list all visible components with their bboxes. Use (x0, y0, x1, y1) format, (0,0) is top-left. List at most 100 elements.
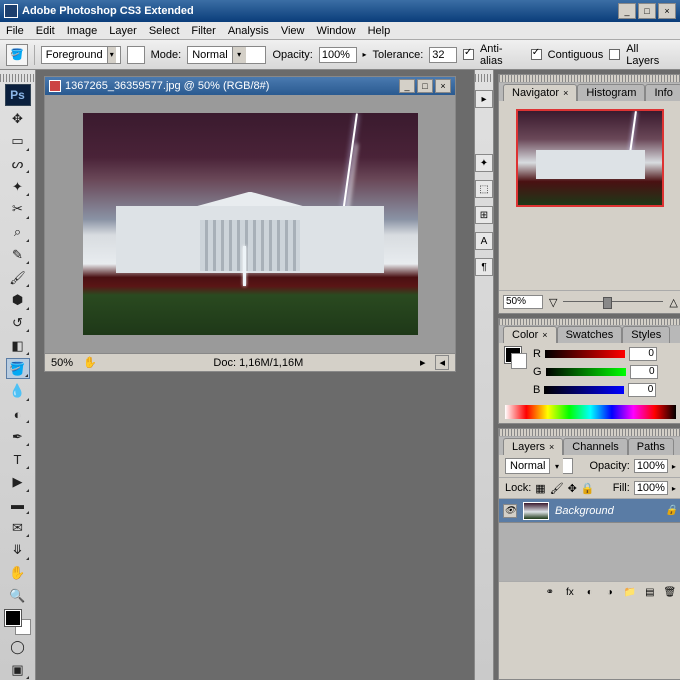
zoom-tool[interactable]: 🔍 (6, 585, 30, 606)
menu-image[interactable]: Image (67, 25, 98, 37)
pattern-swatch[interactable] (127, 46, 145, 64)
clone-source-icon[interactable]: ⬚ (475, 180, 493, 198)
lock-position-icon[interactable]: ✥ (568, 482, 577, 495)
color-swatches[interactable] (5, 610, 31, 634)
paint-bucket-tool[interactable]: 🪣 (6, 358, 30, 379)
menu-analysis[interactable]: Analysis (228, 25, 269, 37)
layer-fill-input[interactable]: 100% (634, 481, 668, 495)
blur-tool[interactable]: 💧 (6, 381, 30, 402)
mode-dropdown[interactable]: Normal ▾ (187, 46, 266, 64)
navigator-thumbnail[interactable] (516, 109, 664, 207)
grip-icon[interactable] (475, 74, 493, 82)
alllayers-checkbox[interactable] (609, 49, 620, 60)
brushes-icon[interactable]: ✦ (475, 154, 493, 172)
zoom-in-icon[interactable]: △ (669, 296, 677, 309)
tab-color[interactable]: Color× (503, 326, 557, 343)
type-tool[interactable]: T (6, 449, 30, 470)
menu-view[interactable]: View (281, 25, 305, 37)
opacity-input[interactable]: 100% (319, 47, 357, 63)
contiguous-checkbox[interactable] (531, 49, 542, 60)
slice-tool[interactable]: ⌕ (6, 222, 30, 243)
r-input[interactable]: 0 (629, 347, 657, 361)
antialias-checkbox[interactable] (463, 49, 474, 60)
tab-channels[interactable]: Channels (563, 438, 627, 455)
doc-maximize-button[interactable]: □ (417, 79, 433, 93)
paragraph-icon[interactable]: ¶ (475, 258, 493, 276)
new-layer-icon[interactable]: ▤ (642, 585, 658, 599)
panel-grip[interactable] (499, 319, 680, 326)
layer-thumbnail[interactable] (523, 502, 549, 520)
b-input[interactable]: 0 (628, 383, 656, 397)
tab-styles[interactable]: Styles (622, 326, 670, 343)
lock-transparency-icon[interactable]: ▦ (535, 482, 545, 495)
maximize-button[interactable]: □ (638, 3, 656, 19)
menu-edit[interactable]: Edit (36, 25, 55, 37)
status-flyout-icon[interactable]: ▸ (420, 356, 426, 369)
nav-zoom-slider[interactable] (563, 297, 663, 307)
layer-row[interactable]: 👁 Background 🔒 (499, 499, 680, 523)
magic-wand-tool[interactable]: ✦ (6, 176, 30, 197)
dodge-tool[interactable]: ◐ (6, 404, 30, 425)
path-selection-tool[interactable]: ▶ (6, 472, 30, 493)
panel-grip[interactable] (499, 75, 680, 83)
lock-all-icon[interactable]: 🔒 (581, 482, 595, 495)
marquee-tool[interactable]: ▭ (6, 131, 30, 152)
link-layers-icon[interactable]: ⚭ (542, 585, 558, 599)
nav-zoom-input[interactable]: 50% (503, 295, 543, 309)
tab-layers[interactable]: Layers× (503, 438, 563, 455)
brush-tool[interactable]: 🖌 (6, 267, 30, 288)
close-button[interactable]: × (658, 3, 676, 19)
pen-tool[interactable]: ✒ (6, 426, 30, 447)
layer-style-icon[interactable]: fx (562, 585, 578, 599)
canvas[interactable] (45, 95, 455, 353)
grip-icon[interactable] (0, 74, 35, 82)
zoom-out-icon[interactable]: ▽ (549, 296, 557, 309)
doc-minimize-button[interactable]: _ (399, 79, 415, 93)
adjustment-layer-icon[interactable]: ◑ (602, 585, 618, 599)
tolerance-input[interactable]: 32 (429, 47, 457, 63)
color-preview[interactable] (505, 347, 527, 369)
g-slider[interactable] (546, 368, 626, 376)
notes-tool[interactable]: ✉ (6, 517, 30, 538)
scroll-left-icon[interactable]: ◂ (435, 355, 449, 370)
tab-paths[interactable]: Paths (628, 438, 674, 455)
menu-layer[interactable]: Layer (109, 25, 137, 37)
menu-window[interactable]: Window (316, 25, 355, 37)
layer-mask-icon[interactable]: ◐ (582, 585, 598, 599)
menu-file[interactable]: File (6, 25, 24, 37)
panel-grip[interactable] (499, 429, 680, 437)
group-icon[interactable]: 📁 (622, 585, 638, 599)
menu-filter[interactable]: Filter (191, 25, 215, 37)
history-icon[interactable]: ▸ (475, 90, 493, 108)
menu-help[interactable]: Help (368, 25, 391, 37)
chevron-right-icon[interactable]: ▸ (672, 462, 676, 471)
lasso-tool[interactable]: ᔕ (6, 154, 30, 175)
spectrum-picker[interactable] (505, 405, 676, 419)
stamp-tool[interactable]: ⬢ (6, 290, 30, 311)
foreground-color[interactable] (5, 610, 21, 626)
paint-bucket-icon[interactable]: 🪣 (6, 44, 28, 66)
eyedropper-tool[interactable]: ⤋ (6, 540, 30, 561)
r-slider[interactable] (545, 350, 625, 358)
status-hand-icon[interactable]: ✋ (83, 356, 97, 369)
eraser-tool[interactable]: ◧ (6, 335, 30, 356)
delete-layer-icon[interactable]: 🗑 (662, 585, 678, 599)
hand-tool[interactable]: ✋ (6, 563, 30, 584)
tool-presets-icon[interactable]: ⊞ (475, 206, 493, 224)
tab-histogram[interactable]: Histogram (577, 84, 645, 101)
crop-tool[interactable]: ✂ (6, 199, 30, 220)
tab-swatches[interactable]: Swatches (557, 326, 623, 343)
document-titlebar[interactable]: 1367265_36359577.jpg @ 50% (RGB/8#) _ □ … (45, 77, 455, 95)
opacity-flyout-icon[interactable]: ▸ (363, 50, 367, 59)
fill-source-dropdown[interactable]: Foreground ▾ (41, 46, 121, 64)
history-brush-tool[interactable]: ↺ (6, 313, 30, 334)
chevron-right-icon[interactable]: ▸ (672, 484, 676, 493)
tab-info[interactable]: Info (645, 84, 680, 101)
healing-brush-tool[interactable]: ✎ (6, 245, 30, 266)
visibility-icon[interactable]: 👁 (503, 504, 517, 518)
quickmask-tool[interactable]: ◯ (6, 637, 30, 658)
shape-tool[interactable]: ▬ (6, 495, 30, 516)
character-icon[interactable]: A (475, 232, 493, 250)
move-tool[interactable]: ✥ (6, 108, 30, 129)
layer-opacity-input[interactable]: 100% (634, 459, 668, 473)
